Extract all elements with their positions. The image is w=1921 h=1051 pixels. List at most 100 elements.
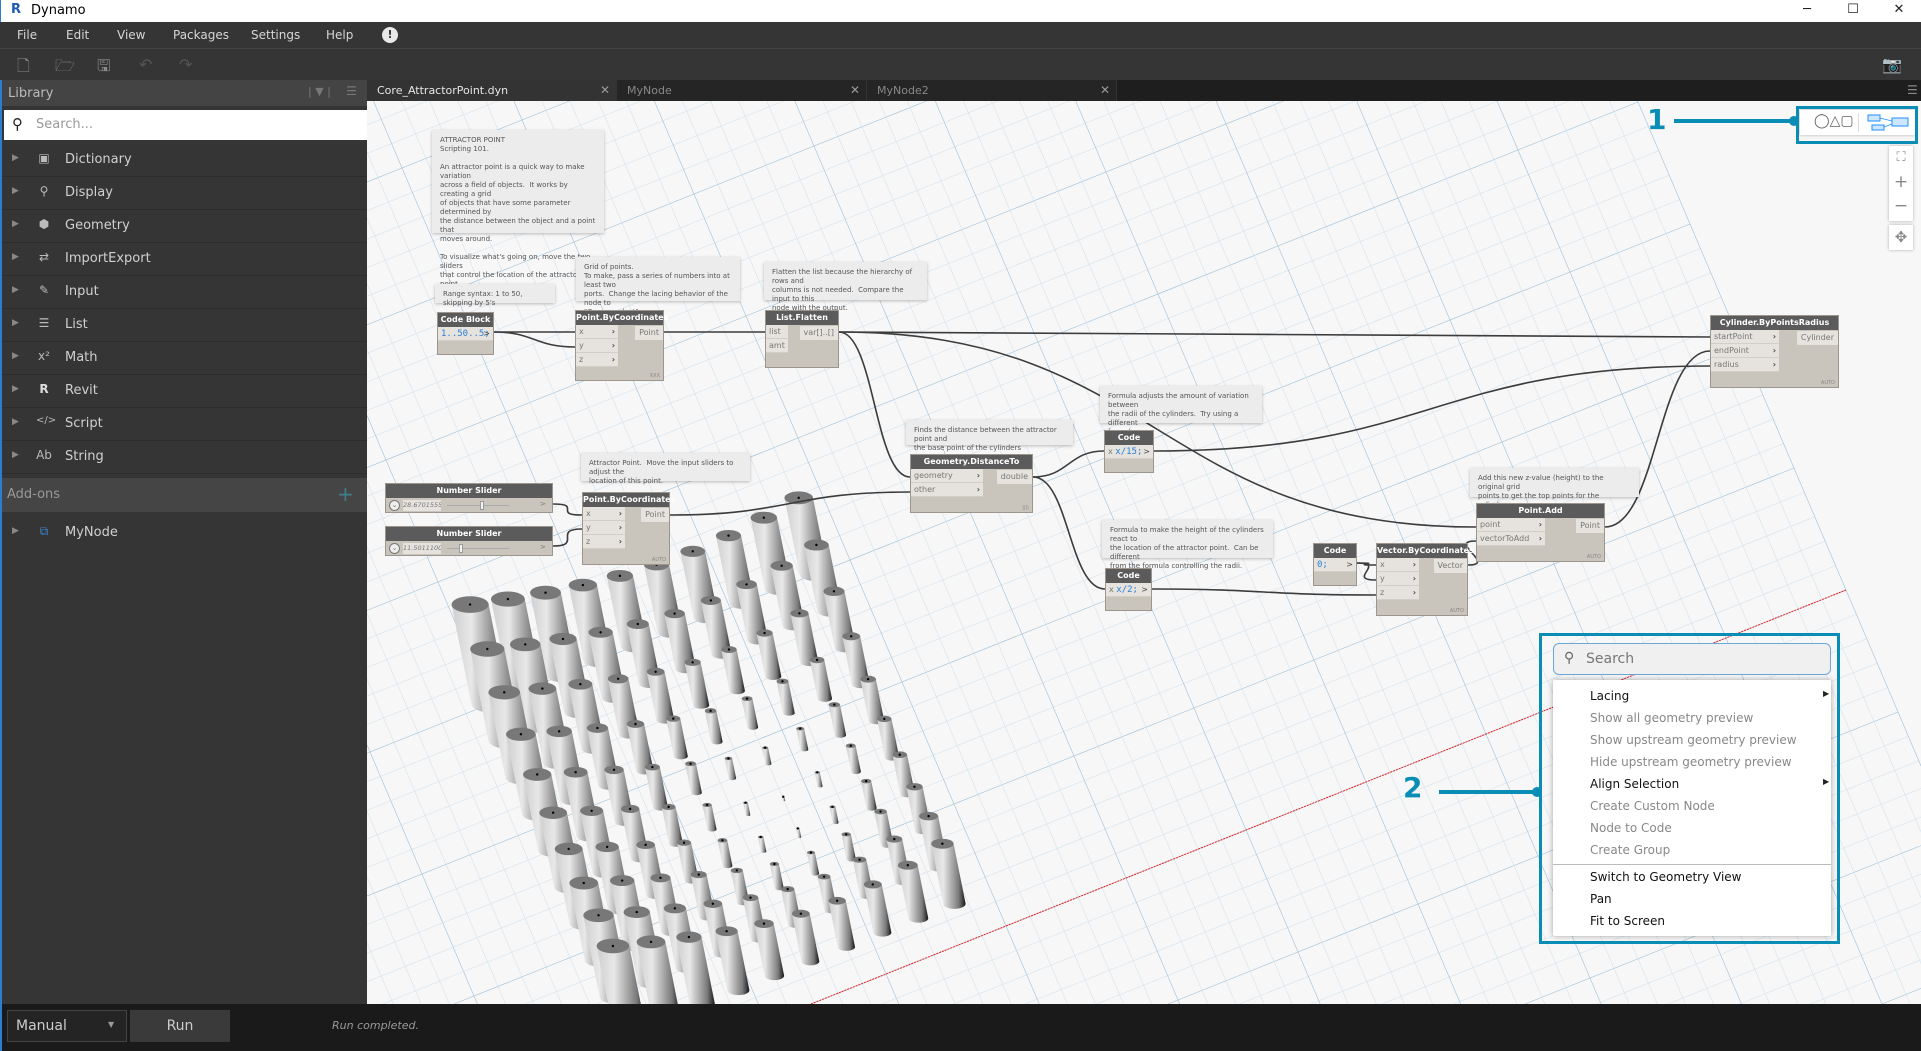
output-port-var[interactable]: var[]..[] [799,326,838,340]
output-port-point[interactable]: Point [635,326,663,340]
note-distance[interactable]: Finds the distance between the attractor… [906,420,1073,452]
menu-item-fit-to-screen[interactable]: Fit to Screen [1590,914,1665,928]
input-port-x[interactable]: x › [583,507,625,521]
library-item-importexport[interactable]: ▶ ⇄ ImportExport [2,243,367,276]
note-radius-formula[interactable]: Formula adjusts the amount of variation … [1100,386,1262,436]
output-port-cylinder[interactable]: Cylinder [1796,331,1838,345]
node-number-slider-y[interactable]: Number Slider ⌄ 11.50111001162 > [385,526,553,556]
node-number-slider-x[interactable]: Number Slider ⌄ 28.67015559809 > [385,483,553,513]
expand-arrow-icon[interactable]: ▶ [12,285,19,295]
menu-item-lacing[interactable]: Lacing ▶ [1590,689,1829,703]
expand-arrow-icon[interactable]: ▶ [12,318,19,328]
lacing-indicator[interactable]: AUTO [652,557,666,563]
note-point-add[interactable]: Add this new z-value (height) to the ori… [1470,468,1639,509]
expand-arrow-icon[interactable]: ▶ [12,450,19,460]
expand-arrow-icon[interactable]: ▶ [12,384,19,394]
output-port[interactable]: > [1141,583,1148,597]
library-item-list[interactable]: ▶ ☰ List [2,309,367,342]
library-item-input[interactable]: ▶ ✎ Input [2,276,367,309]
library-search[interactable]: ⚲ Search... [4,110,367,140]
output-port-double[interactable]: double [996,470,1032,484]
expand-slider-icon[interactable]: ⌄ [389,500,400,511]
close-tab-icon[interactable]: ✕ [850,83,860,97]
input-port-other[interactable]: other › [911,483,983,497]
node-geometry-distanceto[interactable]: Geometry.DistanceTo double geometry › oth… [910,454,1033,513]
filter-icon[interactable]: | ▼ | [308,85,331,98]
input-port-z[interactable]: z › [1377,586,1419,600]
tab-core-attractorpoint[interactable]: Core_AttractorPoint.dyn ✕ [367,80,617,101]
output-port[interactable]: > [540,543,546,551]
menu-help[interactable]: Help [326,28,353,42]
input-port-x[interactable]: x [1108,447,1113,456]
library-item-revit[interactable]: ▶ R Revit [2,375,367,408]
input-port-endpoint[interactable]: endPoint › [1711,344,1779,358]
library-item-dictionary[interactable]: ▶ ▣ Dictionary [2,144,367,177]
library-item-script[interactable]: ▶ </> Script [2,408,367,441]
expand-arrow-icon[interactable]: ▶ [12,219,19,229]
output-port[interactable]: > [540,500,546,508]
output-port-point[interactable]: Point [1576,519,1604,533]
input-port-point[interactable]: point › [1477,518,1545,532]
note-range-syntax[interactable]: Range syntax: 1 to 50, skipping by 5's [435,284,555,307]
menu-settings[interactable]: Settings [251,28,300,42]
zoom-out-button[interactable]: − [1889,194,1913,218]
note-flatten[interactable]: Flatten the list because the hierarchy o… [764,262,927,312]
menu-file[interactable]: File [17,28,37,42]
input-port-x[interactable]: x › [576,325,618,339]
code-text[interactable]: 0; [1317,560,1328,570]
input-port-list[interactable]: list [766,325,788,339]
close-tab-icon[interactable]: ✕ [1100,83,1110,97]
library-item-math[interactable]: ▶ x² Math [2,342,367,375]
redo-icon[interactable]: ↷ [179,55,192,74]
slider-value[interactable]: 11.50111001162 [403,543,441,554]
close-button[interactable]: ✕ [1876,0,1921,22]
slider-track[interactable] [447,548,509,549]
node-point-bycoordinates-attractor[interactable]: Point.ByCoordinates Point x › y › z › AUTO [582,492,675,565]
node-point-add[interactable]: Point.Add Point point › vectorToAdd › AUTO [1476,503,1605,562]
library-item-mynode[interactable]: ▶ ⧉ MyNode [2,517,367,550]
output-port[interactable]: > [1143,445,1150,459]
menu-packages[interactable]: Packages [173,28,229,42]
slider-thumb[interactable] [459,544,464,553]
save-icon[interactable]: 🖫 [97,55,111,82]
node-list-flatten[interactable]: List.Flatten var[]..[] list amt [765,310,839,368]
undo-icon[interactable]: ↶ [139,55,152,74]
input-port-x[interactable]: x [1109,585,1114,594]
library-item-geometry[interactable]: ▶ ⬢ Geometry [2,210,367,243]
input-port-y[interactable]: y › [583,521,625,535]
library-search-input[interactable]: Search... [36,117,93,132]
close-tab-icon[interactable]: ✕ [600,83,610,97]
node-vector-bycoordinates[interactable]: Vector.ByCoordinates Vector x › y › z › AUT… [1376,543,1474,616]
menu-edit[interactable]: Edit [66,28,89,42]
context-search-input[interactable]: ⚲ Search [1553,643,1831,675]
node-code-block-zero[interactable]: Code Block 0; > [1313,543,1357,586]
pan-button[interactable]: ✥ [1889,225,1913,250]
layout-list-icon[interactable]: ☰ [346,84,357,98]
input-port-geometry[interactable]: geometry › [911,469,983,483]
slider-thumb[interactable] [480,501,485,510]
run-mode-dropdown[interactable]: Manual ▼ [7,1010,127,1042]
code-text[interactable]: x/15; [1115,447,1142,457]
input-port-y[interactable]: y › [576,339,618,353]
new-file-icon[interactable]: 🗋 [17,55,30,82]
output-port-vector[interactable]: Vector [1433,559,1467,573]
expand-arrow-icon[interactable]: ▶ [12,153,19,163]
maximize-button[interactable]: ☐ [1830,0,1876,22]
slider-track[interactable] [447,505,509,506]
alert-icon[interactable]: ! [382,27,398,43]
menu-item-switch-to-geometry-view[interactable]: Switch to Geometry View [1590,870,1741,884]
lacing-indicator[interactable]: XXX [650,373,660,379]
input-port-x[interactable]: x › [1377,558,1419,572]
zoom-in-button[interactable]: + [1889,170,1913,194]
node-code-block-range[interactable]: Code Block 1..50..5; > [437,312,494,355]
input-port-z[interactable]: z › [576,353,618,367]
expand-arrow-icon[interactable]: ▶ [12,186,19,196]
node-code-block-height[interactable]: Code Block x x/2;> [1105,568,1152,611]
expand-slider-icon[interactable]: ⌄ [389,543,400,554]
input-port-startpoint[interactable]: startPoint › [1711,330,1779,344]
note-height-formula[interactable]: Formula to make the height of the cylind… [1102,520,1273,570]
input-port-y[interactable]: y › [1377,572,1419,586]
library-item-display[interactable]: ▶ ⚲ Display [2,177,367,210]
expand-arrow-icon[interactable]: ▶ [12,252,19,262]
tabs-menu-icon[interactable]: ☰ [1907,83,1918,97]
